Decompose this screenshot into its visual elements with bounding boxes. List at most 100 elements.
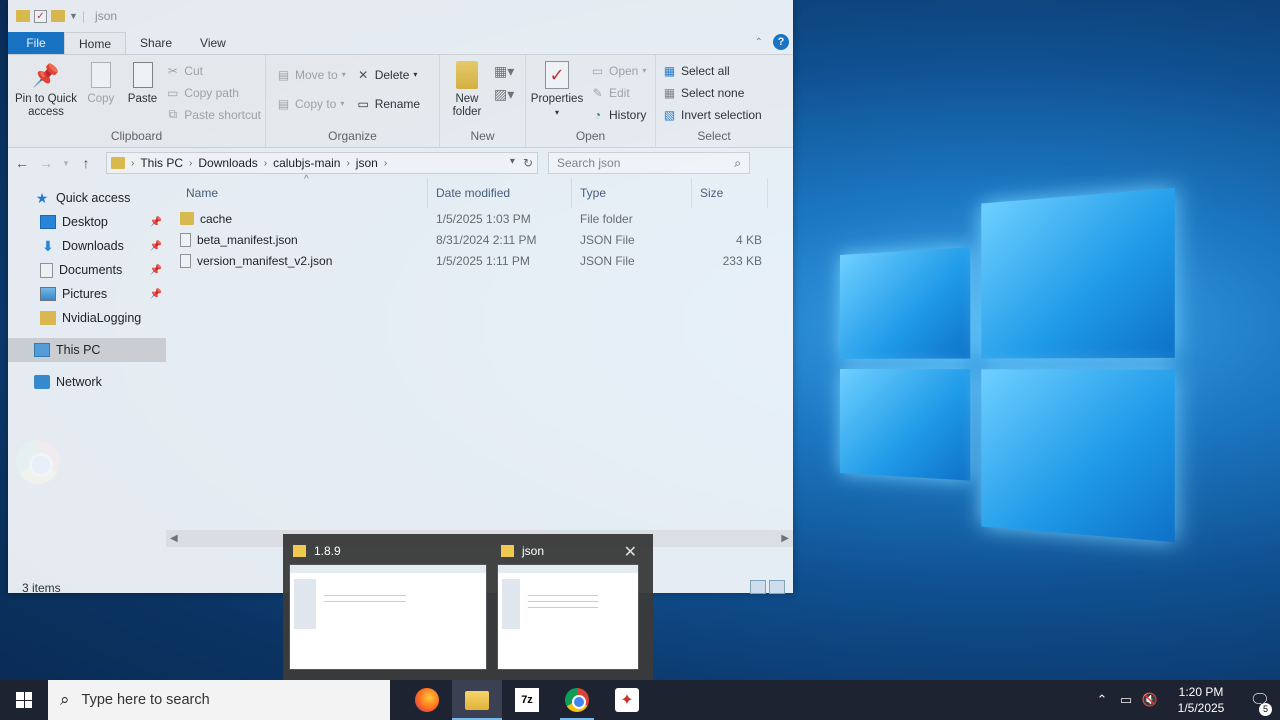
documents-icon: [40, 262, 53, 278]
quick-access-dropdown-icon[interactable]: ▼: [69, 11, 78, 21]
nav-nvidialogging[interactable]: NvidiaLogging: [8, 306, 166, 330]
file-name-cell: version_manifest_v2.json: [166, 253, 428, 268]
taskbar-7zip[interactable]: 7z: [502, 680, 552, 720]
show-hidden-icons-icon[interactable]: ⌃: [1090, 692, 1114, 708]
nav-documents[interactable]: Documents 📌: [8, 258, 166, 282]
ribbon: 📌 Pin to Quick access Copy Paste ✂ Cut ▭ C…: [8, 54, 793, 148]
new-folder-button[interactable]: New folder: [444, 59, 490, 129]
select-all-button[interactable]: ▦ Select all: [662, 61, 762, 80]
action-center-button[interactable]: 🗨 5: [1240, 690, 1280, 716]
edit-button[interactable]: ✎ Edit: [590, 83, 646, 102]
scroll-right-icon[interactable]: ▶: [781, 533, 789, 544]
file-date-cell: 1/5/2025 1:03 PM: [436, 211, 531, 226]
new-item-icon[interactable]: ▦▾: [494, 63, 514, 80]
taskbar-file-explorer[interactable]: [452, 680, 502, 720]
breadcrumb-this-pc[interactable]: This PC: [140, 156, 183, 170]
invert-selection-button[interactable]: ▧ Invert selection: [662, 105, 762, 124]
ribbon-tabs: File Home Share View ⌃ ?: [8, 32, 793, 54]
title-bar[interactable]: ✓ ▼ | json: [8, 0, 793, 32]
nav-network[interactable]: Network: [8, 370, 166, 394]
thumbnail-1[interactable]: 1.8.9: [289, 538, 487, 676]
nav-quick-access[interactable]: ★ Quick access: [8, 186, 166, 210]
delete-button[interactable]: ✕ Delete ▾: [356, 65, 420, 84]
folder-icon: [293, 545, 306, 557]
search-icon[interactable]: ⌕: [734, 156, 741, 171]
folder-icon: [16, 10, 30, 22]
column-size[interactable]: Size: [692, 178, 768, 208]
copy-button[interactable]: Copy: [82, 59, 120, 129]
paste-button[interactable]: Paste: [122, 59, 164, 129]
open-button[interactable]: ▭ Open ▾: [590, 61, 647, 80]
search-box[interactable]: Search json ⌕: [548, 152, 750, 174]
window-title: json: [95, 9, 118, 23]
paste-shortcut-button[interactable]: ⧉ Paste shortcut: [165, 105, 261, 124]
start-button[interactable]: [0, 680, 48, 720]
properties-quick-icon[interactable]: ✓: [34, 9, 47, 23]
file-icon: [180, 253, 191, 268]
copy-path-button[interactable]: ▭ Copy path: [165, 83, 261, 102]
history-icon: ◔: [593, 107, 602, 122]
large-icons-view-icon[interactable]: [769, 580, 785, 594]
easy-access-icon[interactable]: ▨▾: [494, 86, 514, 103]
new-folder-quick-icon[interactable]: [51, 10, 65, 22]
tab-share[interactable]: Share: [126, 32, 186, 54]
copy-to-button[interactable]: ▤ Copy to ▾: [276, 94, 346, 113]
network-icon[interactable]: ▭: [1114, 692, 1138, 708]
tab-home[interactable]: Home: [64, 32, 127, 54]
back-arrow-icon[interactable]: ←: [14, 155, 30, 171]
file-explorer-window[interactable]: ✓ ▼ | json File Home Share View ⌃ ? 📌 Pi…: [8, 0, 793, 595]
address-dropdown-icon[interactable]: ▾: [510, 156, 515, 170]
tab-file[interactable]: File: [8, 32, 64, 54]
download-arrow-icon: ⬇: [42, 237, 54, 254]
taskbar-firefox[interactable]: [402, 680, 452, 720]
address-bar[interactable]: › This PC › Downloads › calubjs-main › j…: [106, 152, 538, 174]
new-label: New: [470, 129, 495, 143]
cut-button[interactable]: ✂ Cut: [165, 61, 261, 80]
thumbnail-title: json: [522, 544, 545, 558]
taskbar-search-input[interactable]: Type here to search: [82, 692, 210, 708]
forward-arrow-icon[interactable]: →: [38, 155, 54, 171]
chrome-icon: [565, 688, 589, 712]
close-icon[interactable]: ✕: [624, 542, 637, 562]
select-none-button[interactable]: ▦ Select none: [662, 83, 762, 102]
taskbar-search-box[interactable]: ⌕ Type here to search: [48, 680, 390, 720]
breadcrumb-calubjs-main[interactable]: calubjs-main: [273, 156, 340, 170]
ribbon-collapse-icon[interactable]: ⌃: [755, 37, 763, 48]
recent-locations-icon[interactable]: ▾: [62, 158, 70, 169]
table-row[interactable]: cache 1/5/2025 1:03 PM File folder: [166, 208, 793, 229]
properties-button[interactable]: ✓ Properties ▾: [530, 59, 584, 129]
tab-view[interactable]: View: [186, 32, 240, 54]
column-name[interactable]: Name: [166, 178, 428, 208]
details-view-icon[interactable]: [750, 580, 766, 594]
move-to-button[interactable]: ▤ Move to ▾: [276, 65, 346, 84]
table-row[interactable]: beta_manifest.json 8/31/2024 2:11 PM JSON …: [166, 229, 793, 250]
invert-selection-icon: ▧: [663, 107, 676, 122]
refresh-icon[interactable]: ↻: [523, 156, 533, 170]
nav-this-pc[interactable]: This PC: [8, 338, 166, 362]
column-date-modified[interactable]: Date modified: [428, 178, 572, 208]
column-type[interactable]: Type: [572, 178, 692, 208]
up-arrow-icon[interactable]: ↑: [78, 155, 94, 171]
thumbnail-2[interactable]: json ✕: [497, 538, 639, 676]
nav-pictures[interactable]: Pictures 📌: [8, 282, 166, 306]
7zip-icon: 7z: [515, 688, 539, 712]
rename-button[interactable]: ▭ Rename: [356, 94, 421, 113]
volume-muted-icon[interactable]: 🔇: [1138, 692, 1162, 708]
search-input[interactable]: Search json: [557, 156, 620, 170]
taskbar-app[interactable]: ✦: [602, 680, 652, 720]
firefox-icon: [415, 688, 439, 712]
table-row[interactable]: version_manifest_v2.json 1/5/2025 1:11 PM…: [166, 250, 793, 271]
nav-desktop[interactable]: Desktop 📌: [8, 210, 166, 234]
clock[interactable]: 1:20 PM 1/5/2025: [1162, 684, 1240, 716]
pin-to-quick-access-button[interactable]: 📌 Pin to Quick access: [12, 59, 80, 129]
select-group: ▦ Select all ▦ Select none ▧ Invert selecti…: [656, 55, 772, 147]
help-icon[interactable]: ?: [773, 34, 789, 50]
breadcrumb-downloads[interactable]: Downloads: [198, 156, 257, 170]
taskbar-chrome[interactable]: [552, 680, 602, 720]
history-button[interactable]: ◔ History: [590, 105, 646, 124]
nav-downloads[interactable]: ⬇ Downloads 📌: [8, 234, 166, 258]
scroll-left-icon[interactable]: ◀: [170, 533, 178, 544]
app-icon: ✦: [615, 688, 639, 712]
breadcrumb-json[interactable]: json: [356, 156, 378, 170]
search-icon: ⌕: [60, 690, 70, 709]
